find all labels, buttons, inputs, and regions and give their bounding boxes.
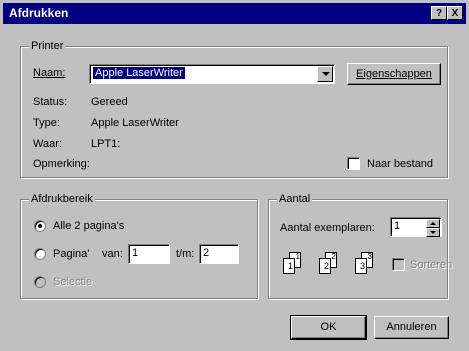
type-value: Apple LaserWriter	[91, 117, 179, 129]
window-title: Afdrukken	[9, 6, 69, 20]
selection-label: Selectie	[53, 276, 93, 288]
to-label: t/m:	[176, 248, 195, 260]
radio-all-pages[interactable]	[34, 220, 46, 232]
to-input[interactable]: 2	[199, 244, 239, 264]
from-label: van:	[102, 248, 123, 260]
cancel-button[interactable]: Annuleren	[374, 316, 449, 339]
collate-illustration-icon: 1 1 2 2 3 3	[279, 252, 383, 284]
printer-group-label: Printer	[29, 40, 66, 52]
copies-spinner[interactable]	[426, 219, 440, 237]
to-value: 2	[203, 247, 210, 259]
properties-button-label: Eigenschappen	[356, 68, 432, 80]
where-label: Waar:	[33, 138, 62, 150]
print-to-file-label[interactable]: Naar bestand	[367, 158, 433, 170]
copies-count-label: Aantal exemplaren:	[280, 222, 375, 234]
spin-down-icon[interactable]	[426, 228, 440, 237]
properties-button[interactable]: Eigenschappen	[347, 63, 441, 85]
type-label: Type:	[33, 117, 60, 129]
spin-up-icon[interactable]	[426, 219, 440, 228]
copies-group-label: Aantal	[277, 193, 313, 205]
collate-label: Sorteren	[410, 259, 453, 271]
print-range-group-label: Afdrukbereik	[29, 193, 95, 205]
radio-page-range[interactable]	[34, 248, 46, 260]
radio-selection	[34, 276, 46, 288]
print-to-file-checkbox[interactable]	[347, 157, 360, 170]
help-button[interactable]: ?	[431, 6, 447, 20]
copies-count-input[interactable]: 1	[390, 217, 442, 237]
from-value: 1	[132, 247, 139, 259]
chevron-down-icon[interactable]	[317, 66, 333, 82]
where-value: LPT1:	[91, 138, 121, 150]
ok-button[interactable]: OK	[290, 315, 367, 340]
status-label: Status:	[33, 96, 68, 108]
printer-name-label: Naam:	[33, 67, 66, 79]
printer-name-value: Apple LaserWriter	[93, 67, 185, 79]
collate-checkbox	[392, 258, 405, 271]
comment-label: Opmerking:	[33, 158, 90, 170]
all-pages-label[interactable]: Alle 2 pagina's	[53, 220, 124, 232]
ok-button-label: OK	[320, 321, 337, 333]
status-value: Gereed	[91, 96, 128, 108]
copies-group: Aantal	[268, 193, 448, 299]
cancel-button-label: Annuleren	[386, 321, 437, 333]
from-input[interactable]: 1	[128, 244, 170, 264]
close-button[interactable]: X	[447, 6, 463, 20]
title-bar: Afdrukken ? X	[3, 3, 466, 24]
page-range-label[interactable]: Pagina'	[53, 248, 89, 260]
copies-count-value: 1	[394, 220, 401, 232]
printer-name-combo[interactable]: Apple LaserWriter	[89, 64, 335, 84]
